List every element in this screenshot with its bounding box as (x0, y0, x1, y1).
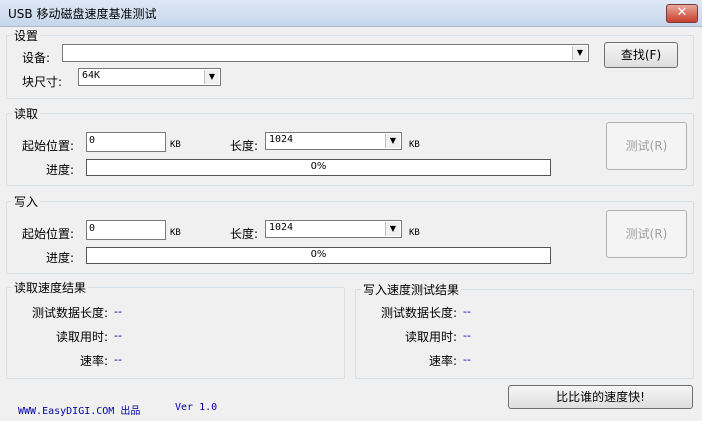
read-progress-label: 进度: (46, 163, 75, 177)
chevron-down-icon[interactable]: ▼ (385, 222, 400, 236)
read-start-input[interactable]: 0 (86, 132, 166, 152)
read-length-label: 长度: (230, 139, 259, 153)
write-start-value: 0 (89, 223, 96, 234)
read-length-combobox[interactable]: 1024 ▼ (265, 132, 402, 150)
read-start-value: 0 (89, 135, 96, 146)
write-results-rate-value: -- (463, 353, 471, 366)
chevron-down-icon[interactable]: ▼ (572, 46, 587, 60)
write-results-time-label: 读取用时: (404, 330, 457, 344)
read-results-length-value: -- (114, 305, 122, 318)
read-results-legend: 读取速度结果 (12, 279, 89, 296)
block-size-value: 64K (82, 70, 101, 81)
read-results-rate-value: -- (114, 353, 122, 366)
window-title: USB 移动磁盘速度基准测试 (8, 7, 157, 21)
write-progress-text: 0% (310, 249, 327, 260)
block-size-combobox[interactable]: 64K ▼ (78, 68, 221, 86)
read-results-rate-label: 速率: (79, 354, 108, 368)
read-test-button[interactable]: 测试(R) (606, 122, 687, 170)
write-results-time-value: -- (463, 329, 471, 342)
find-button[interactable]: 查找(F) (604, 42, 678, 68)
read-results-time-value: -- (114, 329, 122, 342)
read-start-unit: KB (170, 140, 181, 150)
device-combobox[interactable]: ▼ (62, 44, 589, 62)
write-legend: 写入 (12, 193, 41, 210)
chevron-down-icon[interactable]: ▼ (385, 134, 400, 148)
chevron-down-icon[interactable]: ▼ (204, 70, 219, 84)
close-button[interactable]: ✕ (666, 4, 698, 23)
read-start-label: 起始位置: (22, 139, 75, 153)
site-link[interactable]: WWW.EasyDIGI.COM 出品 (18, 402, 140, 417)
write-results-length-value: -- (463, 305, 471, 318)
write-results-length-label: 测试数据长度: (380, 306, 457, 320)
write-length-label: 长度: (230, 227, 259, 241)
read-legend: 读取 (12, 105, 41, 122)
write-start-label: 起始位置: (22, 227, 75, 241)
write-start-unit: KB (170, 228, 181, 238)
write-progress-label: 进度: (46, 251, 75, 265)
read-results-time-label: 读取用时: (55, 330, 108, 344)
read-length-unit: KB (409, 140, 420, 150)
write-start-input[interactable]: 0 (86, 220, 166, 240)
title-bar: USB 移动磁盘速度基准测试 ✕ (0, 0, 702, 27)
version-text: Ver 1.0 (175, 402, 218, 413)
compare-speed-button[interactable]: 比比谁的速度快! (508, 385, 693, 409)
settings-legend: 设置 (12, 27, 41, 44)
write-results-legend: 写入速度测试结果 (361, 281, 462, 298)
write-test-button[interactable]: 测试(R) (606, 210, 687, 258)
block-size-label: 块尺寸: (22, 75, 63, 89)
write-results-rate-label: 速率: (428, 354, 457, 368)
read-length-value: 1024 (269, 134, 294, 145)
write-progress-bar: 0% (86, 247, 551, 264)
read-progress-bar: 0% (86, 159, 551, 176)
read-results-length-label: 测试数据长度: (31, 306, 108, 320)
device-label: 设备: (22, 51, 51, 65)
write-length-combobox[interactable]: 1024 ▼ (265, 220, 402, 238)
read-progress-text: 0% (310, 161, 327, 172)
write-length-unit: KB (409, 228, 420, 238)
write-length-value: 1024 (269, 222, 294, 233)
